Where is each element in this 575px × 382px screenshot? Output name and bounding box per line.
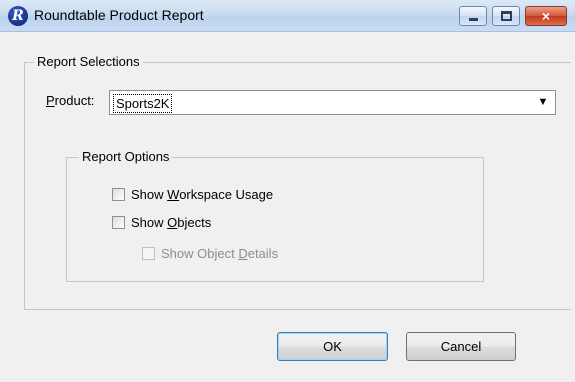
report-options-legend: Report Options: [79, 149, 173, 164]
show-workspace-usage-label: Show Workspace Usage: [131, 186, 274, 202]
close-button[interactable]: ×: [525, 6, 567, 26]
product-label-rest: roduct:: [54, 93, 95, 108]
close-icon: ×: [541, 8, 551, 24]
minimize-icon: [469, 18, 478, 21]
title-bar[interactable]: R Roundtable Product Report ×: [0, 0, 575, 32]
maximize-icon: [501, 11, 512, 21]
cancel-button[interactable]: Cancel: [406, 332, 516, 361]
ok-button[interactable]: OK: [277, 332, 388, 361]
report-selections-legend: Report Selections: [34, 54, 143, 69]
product-label-accel: P: [46, 93, 55, 108]
maximize-button[interactable]: [492, 6, 520, 26]
dialog-window: R Roundtable Product Report × Report Sel…: [0, 0, 575, 382]
product-combobox[interactable]: Sports2K ▼: [109, 90, 556, 115]
show-workspace-usage-option[interactable]: Show Workspace Usage: [112, 185, 273, 203]
show-object-details-option: Show Object Details: [142, 244, 278, 262]
minimize-button[interactable]: [459, 6, 487, 26]
show-objects-option[interactable]: Show Objects: [112, 213, 211, 231]
show-object-details-checkbox: [142, 246, 155, 260]
product-label: Product:: [46, 93, 94, 108]
roundtable-app-icon: R: [8, 6, 28, 26]
show-workspace-usage-checkbox[interactable]: [112, 187, 125, 201]
show-objects-checkbox[interactable]: [112, 215, 125, 229]
product-selected-value: Sports2K: [113, 94, 173, 113]
window-title: Roundtable Product Report: [34, 7, 204, 23]
show-objects-label: Show Objects: [131, 214, 212, 230]
dropdown-arrow-icon[interactable]: ▼: [532, 92, 554, 113]
show-object-details-label: Show Object Details: [161, 245, 279, 261]
